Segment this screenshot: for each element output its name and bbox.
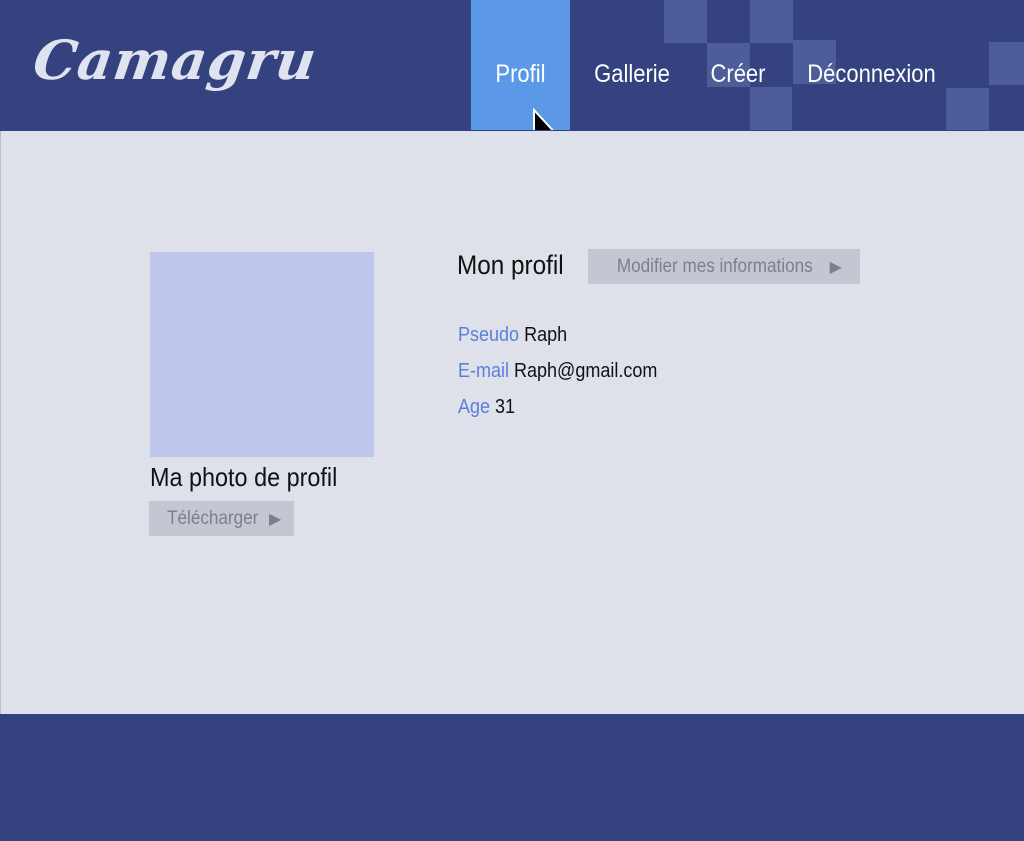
profile-photo-placeholder bbox=[150, 252, 374, 457]
field-value: 31 bbox=[495, 396, 516, 418]
field-label: Age bbox=[458, 396, 491, 418]
edit-profile-button[interactable]: Modifier mes informations ▶ bbox=[588, 249, 860, 284]
nav-creer[interactable]: Créer bbox=[705, 0, 772, 130]
upload-button-label: Télécharger bbox=[166, 507, 258, 529]
nav-deconnexion[interactable]: Déconnexion bbox=[800, 0, 943, 130]
field-age: Age 31 bbox=[458, 396, 515, 419]
upload-button[interactable]: Télécharger ▶ bbox=[149, 501, 294, 536]
header: Camagru Profil Gallerie Créer Déconnexio… bbox=[0, 0, 1024, 130]
mouse-cursor-icon bbox=[533, 108, 554, 130]
field-value: Raph bbox=[524, 324, 568, 346]
field-label: Pseudo bbox=[458, 324, 520, 346]
nav-gallerie[interactable]: Gallerie bbox=[586, 0, 678, 130]
field-label: E-mail bbox=[458, 360, 510, 382]
photo-title: Ma photo de profil bbox=[150, 462, 338, 492]
triangle-right-icon: ▶ bbox=[269, 510, 282, 528]
decorative-square bbox=[946, 88, 989, 130]
edit-button-label: Modifier mes informations bbox=[616, 255, 813, 277]
profile-title: Mon profil bbox=[457, 250, 564, 280]
field-pseudo: Pseudo Raph bbox=[458, 324, 567, 347]
triangle-right-icon: ▶ bbox=[829, 258, 842, 276]
footer bbox=[0, 714, 1024, 841]
logo[interactable]: Camagru bbox=[30, 28, 322, 92]
nav-label: Profil bbox=[495, 59, 546, 88]
field-value: Raph@gmail.com bbox=[514, 360, 658, 382]
decorative-square bbox=[989, 42, 1024, 85]
field-email: E-mail Raph@gmail.com bbox=[458, 360, 657, 383]
